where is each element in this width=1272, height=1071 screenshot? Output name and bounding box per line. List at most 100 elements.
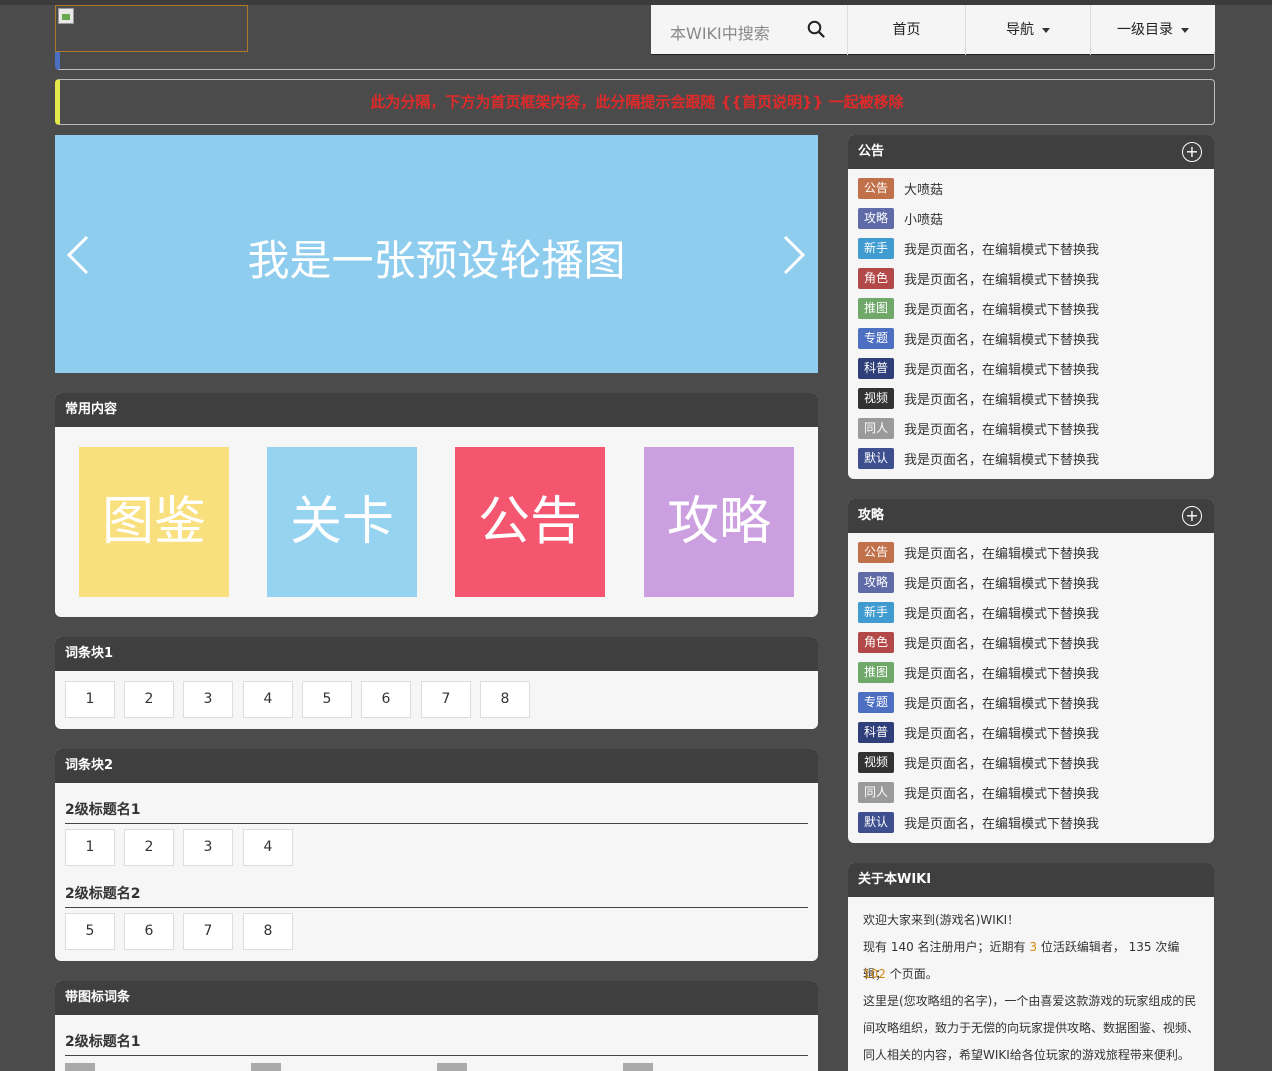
page-link[interactable]: 我是页面名，在编辑模式下替换我 [904, 603, 1099, 622]
page-link[interactable]: 我是页面名，在编辑模式下替换我 [904, 723, 1099, 742]
category-tag: 视频 [858, 752, 894, 773]
page-link[interactable]: 我是页面名，在编辑模式下替换我 [904, 813, 1099, 832]
about-desc: 同人相关的内容，希望WIKI给各位玩家的游戏旅程带来便利。 [863, 1048, 1190, 1062]
about-panel: 关于本WIKI 欢迎大家来到(游戏名)WIKI！ 现有 140 名注册用户；近期… [848, 863, 1214, 1071]
category-tag: 专题 [858, 328, 894, 349]
entry-item[interactable]: 2 [124, 829, 174, 866]
entry-item[interactable]: 7 [183, 913, 233, 950]
entry-item[interactable]: 6 [124, 913, 174, 950]
panel-title: 关于本WIKI [848, 863, 1214, 897]
search-input[interactable]: 本WIKI中搜索 [670, 20, 770, 44]
carousel-caption: 我是一张预设轮播图 [247, 236, 626, 285]
section-heading: 2级标题名1 [65, 1034, 141, 1050]
entry-item[interactable]: 5 [302, 681, 352, 718]
about-welcome: 欢迎大家来到(游戏名)WIKI！ [863, 913, 1020, 927]
page-link[interactable]: 我是页面名，在编辑模式下替换我 [904, 359, 1099, 378]
page-link[interactable]: 大喷菇 [904, 179, 943, 198]
entry-item[interactable]: 8 [480, 681, 530, 718]
divider [65, 1055, 808, 1056]
entry-block-2: 词条块2 2级标题名1 1 2 3 4 2级标题名2 5 6 7 8 [55, 749, 818, 961]
nav-right: 本WIKI中搜索 首页 导航 一级目录 [651, 5, 1215, 55]
category-tag: 新手 [858, 238, 894, 259]
navbar: 本WIKI中搜索 首页 导航 一级目录 [0, 5, 1272, 55]
about-desc: 间攻略组织，致力于无偿的向玩家提供攻略、数据图鉴、视频、 [863, 1021, 1200, 1035]
about-pages: 102 个页面。 [863, 967, 938, 981]
add-icon[interactable]: + [1182, 142, 1202, 162]
page-link[interactable]: 我是页面名，在编辑模式下替换我 [904, 663, 1099, 682]
site-logo[interactable] [55, 5, 248, 52]
page-link[interactable]: 我是页面名，在编辑模式下替换我 [904, 299, 1099, 318]
page-link[interactable]: 我是页面名，在编辑模式下替换我 [904, 573, 1099, 592]
panel-title: 词条块2 [55, 749, 818, 783]
entry-item[interactable]: 5 [65, 913, 115, 950]
tile-gonglue[interactable]: 攻略 [644, 447, 794, 597]
caret-down-icon [1181, 27, 1189, 33]
page-link[interactable]: 小喷菇 [904, 209, 943, 228]
category-tag: 推图 [858, 298, 894, 319]
panel-title: 常用内容 [55, 393, 818, 427]
entry-item[interactable]: 8 [243, 913, 293, 950]
panel-title: 带图标词条 [55, 981, 818, 1015]
entry-item[interactable]: 7 [421, 681, 471, 718]
caret-down-icon [1042, 27, 1050, 33]
category-tag: 角色 [858, 632, 894, 653]
page-link[interactable]: 我是页面名，在编辑模式下替换我 [904, 389, 1099, 408]
carousel[interactable]: 我是一张预设轮播图 [55, 135, 818, 373]
page-link[interactable]: 我是页面名，在编辑模式下替换我 [904, 693, 1099, 712]
page-link[interactable]: 我是页面名，在编辑模式下替换我 [904, 449, 1099, 468]
category-tag: 角色 [858, 268, 894, 289]
page-link[interactable]: 我是页面名，在编辑模式下替换我 [904, 543, 1099, 562]
page-link[interactable]: 我是页面名，在编辑模式下替换我 [904, 633, 1099, 652]
common-panel: 常用内容 图鉴 关卡 公告 攻略 [55, 393, 818, 617]
panel-title: 公告 + [848, 135, 1214, 169]
category-tag: 同人 [858, 418, 894, 439]
entry-icon[interactable] [251, 1063, 281, 1071]
icon-entry-block: 带图标词条 2级标题名1 [55, 981, 818, 1071]
nav-home[interactable]: 首页 [847, 5, 965, 55]
entry-item[interactable]: 4 [243, 681, 293, 718]
category-tag: 攻略 [858, 208, 894, 229]
category-tag: 科普 [858, 722, 894, 743]
category-tag: 同人 [858, 782, 894, 803]
panel-title: 词条块1 [55, 637, 818, 671]
section-heading: 2级标题名2 [65, 886, 141, 902]
page-link[interactable]: 我是页面名，在编辑模式下替换我 [904, 419, 1099, 438]
category-tag: 推图 [858, 662, 894, 683]
entry-icon[interactable] [65, 1063, 95, 1071]
page-link[interactable]: 我是页面名，在编辑模式下替换我 [904, 269, 1099, 288]
search-icon[interactable] [807, 20, 825, 38]
category-tag: 攻略 [858, 572, 894, 593]
entry-item[interactable]: 1 [65, 681, 115, 718]
blue-frame [55, 52, 1215, 70]
category-tag: 新手 [858, 602, 894, 623]
entry-item[interactable]: 3 [183, 829, 233, 866]
panel-title: 攻略 + [848, 499, 1214, 533]
entry-icon[interactable] [437, 1063, 467, 1071]
add-icon[interactable]: + [1182, 506, 1202, 526]
page-link[interactable]: 我是页面名，在编辑模式下替换我 [904, 753, 1099, 772]
broken-image-icon [58, 8, 74, 24]
category-tag: 科普 [858, 358, 894, 379]
entry-item[interactable]: 4 [243, 829, 293, 866]
entry-item[interactable]: 2 [124, 681, 174, 718]
tile-guanka[interactable]: 关卡 [267, 447, 417, 597]
category-tag: 专题 [858, 692, 894, 713]
entry-item[interactable]: 3 [183, 681, 233, 718]
category-tag: 默认 [858, 812, 894, 833]
category-tag: 公告 [858, 178, 894, 199]
page-link[interactable]: 我是页面名，在编辑模式下替换我 [904, 239, 1099, 258]
page-link[interactable]: 我是页面名，在编辑模式下替换我 [904, 329, 1099, 348]
tile-tujian[interactable]: 图鉴 [79, 447, 229, 597]
entry-item[interactable]: 1 [65, 829, 115, 866]
entry-item[interactable]: 6 [361, 681, 411, 718]
about-desc: 这里是(您攻略组的名字)，一个由喜爱这款游戏的玩家组成的民 [863, 994, 1197, 1008]
nav-level1-dropdown[interactable]: 一级目录 [1090, 5, 1215, 55]
guides-panel: 攻略 + 公告 我是页面名，在编辑模式下替换我 攻略 我是页面名，在编辑模式下替换我 新手… [848, 499, 1214, 843]
entry-icon[interactable] [623, 1063, 653, 1071]
next-arrow-icon[interactable] [782, 235, 806, 275]
divider [65, 823, 808, 824]
tile-gonggao[interactable]: 公告 [455, 447, 605, 597]
announcements-panel: 公告 + 公告 大喷菇 攻略 小喷菇 新手 我是页面名，在编辑模式下替换我 角色 我是页面名，在… [848, 135, 1214, 479]
nav-navigation-dropdown[interactable]: 导航 [965, 5, 1090, 55]
page-link[interactable]: 我是页面名，在编辑模式下替换我 [904, 783, 1099, 802]
